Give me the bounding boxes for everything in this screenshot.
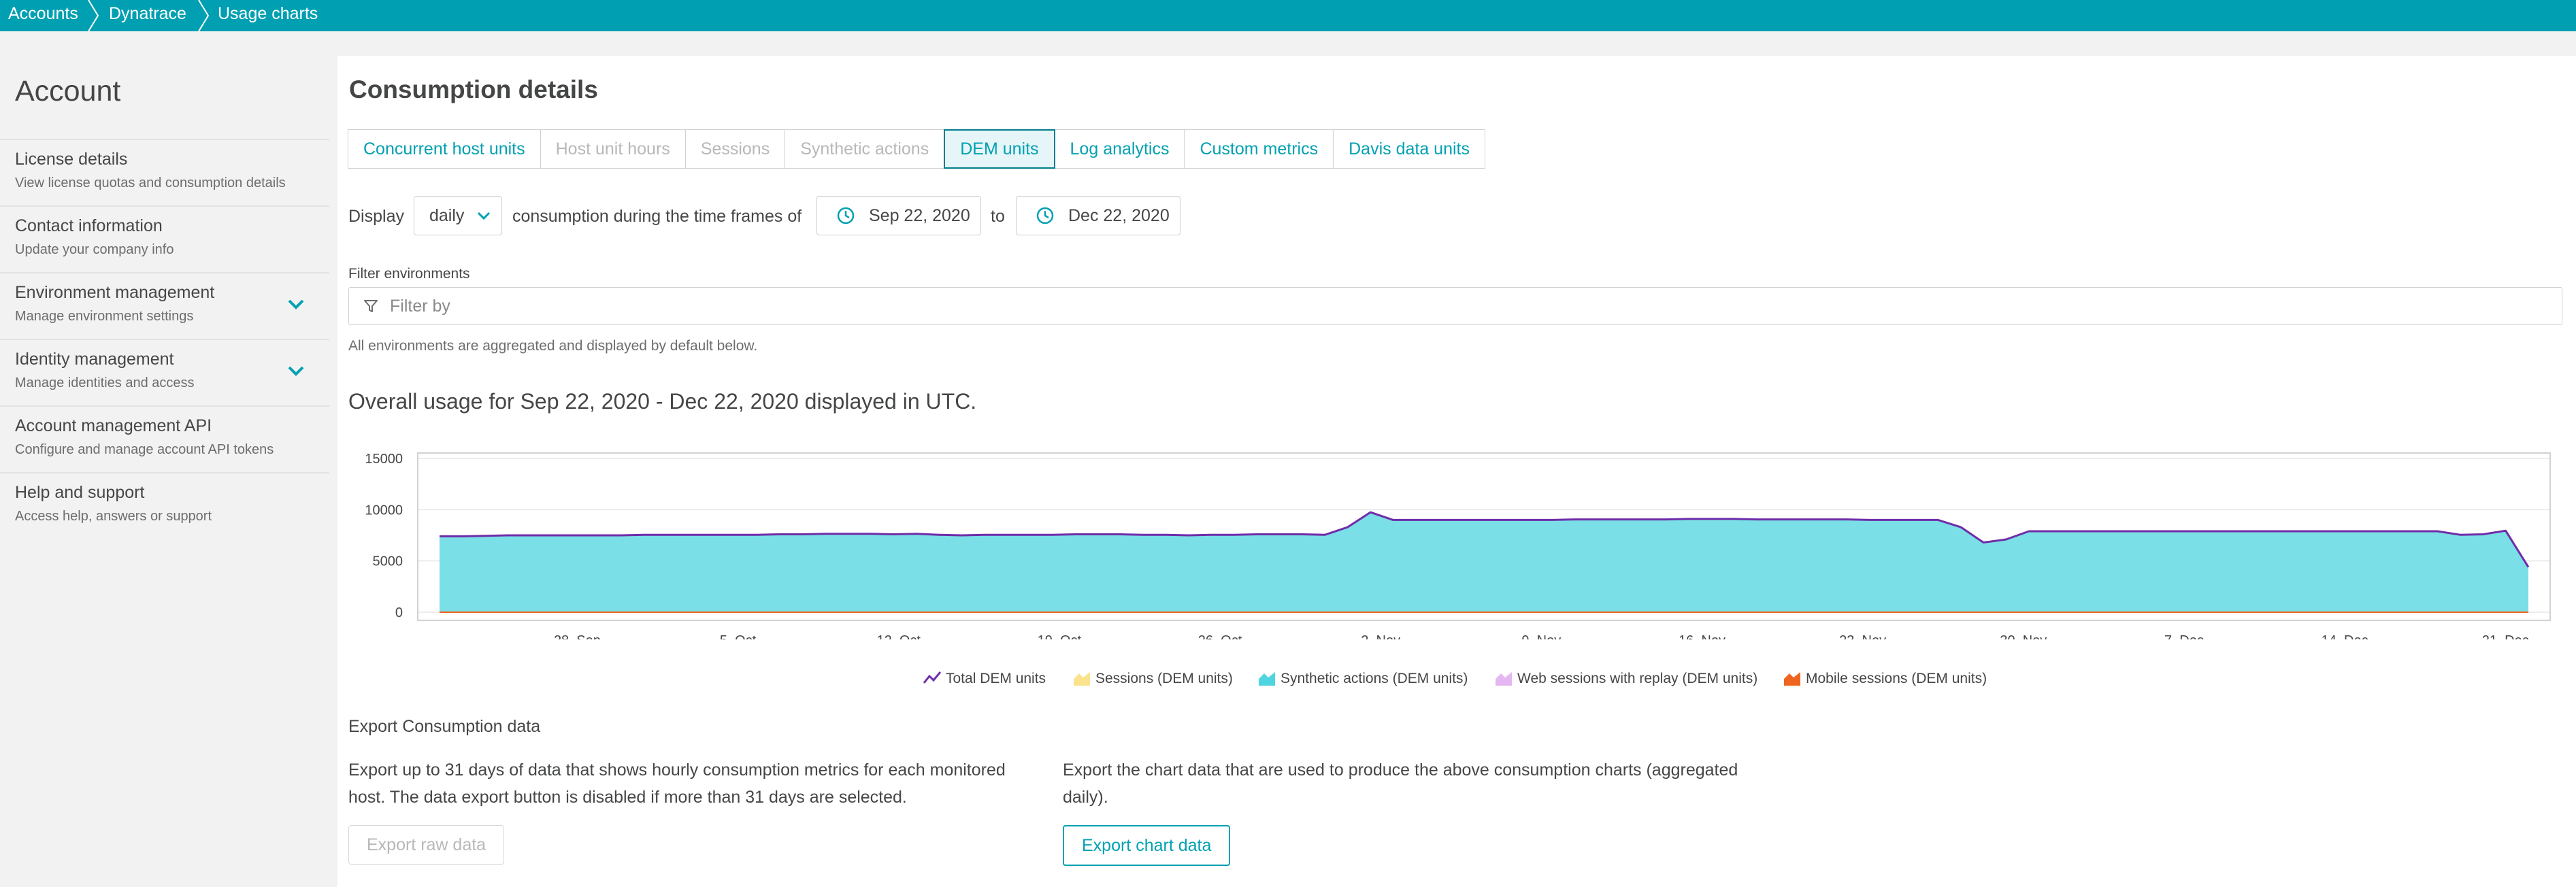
chevron-down-icon bbox=[477, 212, 491, 220]
chevron-down-icon[interactable] bbox=[284, 292, 308, 316]
export-chart-description: Export the chart data that are used to p… bbox=[1063, 756, 1738, 811]
sidebar-item-label: Identity management bbox=[15, 350, 174, 369]
start-date-picker[interactable]: Sep 22, 2020 bbox=[816, 196, 981, 235]
area-chart-icon bbox=[1784, 672, 1800, 686]
export-raw-description: Export up to 31 days of data that shows … bbox=[348, 756, 1006, 811]
sidebar-item-description: View license quotas and consumption deta… bbox=[15, 175, 286, 190]
x-tick-label: 9. Nov bbox=[1521, 633, 1561, 639]
sidebar-item-identity-management[interactable]: Identity management Manage identities an… bbox=[0, 340, 329, 405]
area-chart-icon bbox=[1496, 672, 1512, 686]
breadcrumb-usage-charts: Usage charts bbox=[218, 4, 318, 23]
export-chart-description-line: daily). bbox=[1063, 788, 1108, 807]
interval-select[interactable]: daily bbox=[414, 196, 502, 235]
tab-dem-units[interactable]: DEM units bbox=[944, 129, 1055, 169]
interval-value: daily bbox=[429, 206, 465, 225]
sidebar-item-label: Account management API bbox=[15, 416, 212, 435]
sidebar-item-contact-information[interactable]: Contact information Update your company … bbox=[0, 207, 329, 272]
chevron-down-icon[interactable] bbox=[284, 359, 308, 382]
sidebar-title: Account bbox=[15, 75, 121, 107]
start-date-value: Sep 22, 2020 bbox=[869, 206, 970, 225]
export-section-title: Export Consumption data bbox=[348, 717, 541, 736]
y-tick-label: 10000 bbox=[365, 503, 403, 518]
sidebar-item-description: Update your company info bbox=[15, 242, 174, 257]
export-raw-data-button: Export raw data bbox=[348, 825, 505, 865]
clock-icon bbox=[1036, 207, 1054, 224]
page-title: Consumption details bbox=[349, 76, 598, 103]
sidebar: Account License details View license quo… bbox=[0, 31, 329, 887]
timeframe-label: consumption during the time frames of bbox=[512, 207, 802, 226]
filter-icon bbox=[364, 300, 378, 312]
sidebar-item-help-and-support[interactable]: Help and support Access help, answers or… bbox=[0, 473, 329, 539]
filter-field[interactable] bbox=[348, 287, 2562, 325]
synthetic-actions-area bbox=[440, 512, 2528, 612]
x-tick-label: 12. Oct bbox=[876, 633, 921, 639]
export-chart-data-button[interactable]: Export chart data bbox=[1063, 825, 1231, 866]
x-tick-label: 28. Sep bbox=[554, 633, 601, 639]
x-tick-label: 26. Oct bbox=[1198, 633, 1242, 639]
sidebar-item-environment-management[interactable]: Environment management Manage environmen… bbox=[0, 273, 329, 339]
end-date-value: Dec 22, 2020 bbox=[1068, 206, 1170, 225]
y-tick-label: 0 bbox=[395, 605, 403, 620]
legend-label: Total DEM units bbox=[946, 671, 1046, 686]
sidebar-item-description: Manage environment settings bbox=[15, 309, 194, 324]
legend-label: Sessions (DEM units) bbox=[1095, 671, 1233, 686]
display-label: Display bbox=[348, 207, 404, 226]
tab-log-analytics[interactable]: Log analytics bbox=[1054, 129, 1185, 169]
to-label: to bbox=[991, 207, 1005, 226]
export-raw-description-line: host. The data export button is disabled… bbox=[348, 788, 907, 807]
breadcrumb: Accounts Dynatrace Usage charts bbox=[0, 0, 2576, 31]
filter-label: Filter environments bbox=[348, 266, 470, 282]
usage-chart: 0 5000 10000 15000 28. Sep 5. Oct 12. Oct 19. … bbox=[365, 452, 2551, 639]
x-tick-label: 30. Nov bbox=[2000, 633, 2047, 639]
tab-concurrent-host-units[interactable]: Concurrent host units bbox=[348, 129, 541, 169]
x-tick-label: 14. Dec bbox=[2322, 633, 2368, 639]
breadcrumb-dynatrace[interactable]: Dynatrace bbox=[109, 0, 186, 31]
filter-input[interactable] bbox=[389, 292, 2534, 320]
chart-y-axis: 0 5000 10000 15000 bbox=[365, 452, 403, 620]
usage-title: Overall usage for Sep 22, 2020 - Dec 22,… bbox=[348, 389, 977, 414]
sidebar-item-label: Contact information bbox=[15, 216, 163, 235]
sidebar-item-description: Configure and manage account API tokens bbox=[15, 442, 274, 457]
legend-label: Web sessions with replay (DEM units) bbox=[1517, 671, 1758, 686]
sidebar-item-label: License details bbox=[15, 150, 128, 169]
filter-note: All environments are aggregated and disp… bbox=[348, 338, 758, 354]
area-chart-icon bbox=[1074, 672, 1090, 686]
x-tick-label: 2. Nov bbox=[1361, 633, 1400, 639]
breadcrumb-separator-icon bbox=[87, 0, 99, 31]
tab-davis-data-units[interactable]: Davis data units bbox=[1333, 129, 1485, 169]
x-tick-label: 23. Nov bbox=[1839, 633, 1886, 639]
x-tick-label: 5. Oct bbox=[720, 633, 757, 639]
clock-icon bbox=[837, 207, 855, 224]
tab-custom-metrics[interactable]: Custom metrics bbox=[1184, 129, 1334, 169]
y-tick-label: 5000 bbox=[373, 554, 403, 569]
sidebar-item-label: Environment management bbox=[15, 283, 215, 302]
sidebar-item-description: Manage identities and access bbox=[15, 375, 195, 390]
tab-synthetic-actions: Synthetic actions bbox=[785, 129, 945, 169]
x-tick-label: 19. Oct bbox=[1038, 633, 1082, 639]
line-chart-icon bbox=[923, 671, 942, 684]
export-raw-description-line: Export up to 31 days of data that shows … bbox=[348, 760, 1006, 780]
sidebar-item-description: Access help, answers or support bbox=[15, 509, 212, 524]
export-chart-description-line: Export the chart data that are used to p… bbox=[1063, 760, 1738, 780]
area-chart-icon bbox=[1259, 672, 1275, 686]
x-tick-label: 7. Dec bbox=[2164, 633, 2204, 639]
breadcrumb-accounts[interactable]: Accounts bbox=[8, 0, 78, 31]
end-date-picker[interactable]: Dec 22, 2020 bbox=[1016, 196, 1180, 235]
x-tick-label: 16. Nov bbox=[1679, 633, 1725, 639]
legend-label: Synthetic actions (DEM units) bbox=[1281, 671, 1468, 686]
tab-bar: Concurrent host units Host unit hours Se… bbox=[348, 129, 1485, 169]
sidebar-item-label: Help and support bbox=[15, 483, 145, 502]
tab-host-unit-hours: Host unit hours bbox=[540, 129, 686, 169]
breadcrumb-separator-icon bbox=[197, 0, 210, 31]
chart-series bbox=[440, 511, 2530, 613]
sidebar-item-account-management-api[interactable]: Account management API Configure and man… bbox=[0, 407, 329, 472]
x-tick-label: 21. Dec bbox=[2482, 633, 2529, 639]
tab-sessions: Sessions bbox=[684, 129, 786, 169]
y-tick-label: 15000 bbox=[365, 452, 403, 467]
legend-label: Mobile sessions (DEM units) bbox=[1806, 671, 1987, 686]
chart-x-axis: 28. Sep 5. Oct 12. Oct 19. Oct 26. Oct 2. Nov… bbox=[554, 633, 2529, 639]
sidebar-item-license-details[interactable]: License details View license quotas and … bbox=[0, 140, 329, 205]
